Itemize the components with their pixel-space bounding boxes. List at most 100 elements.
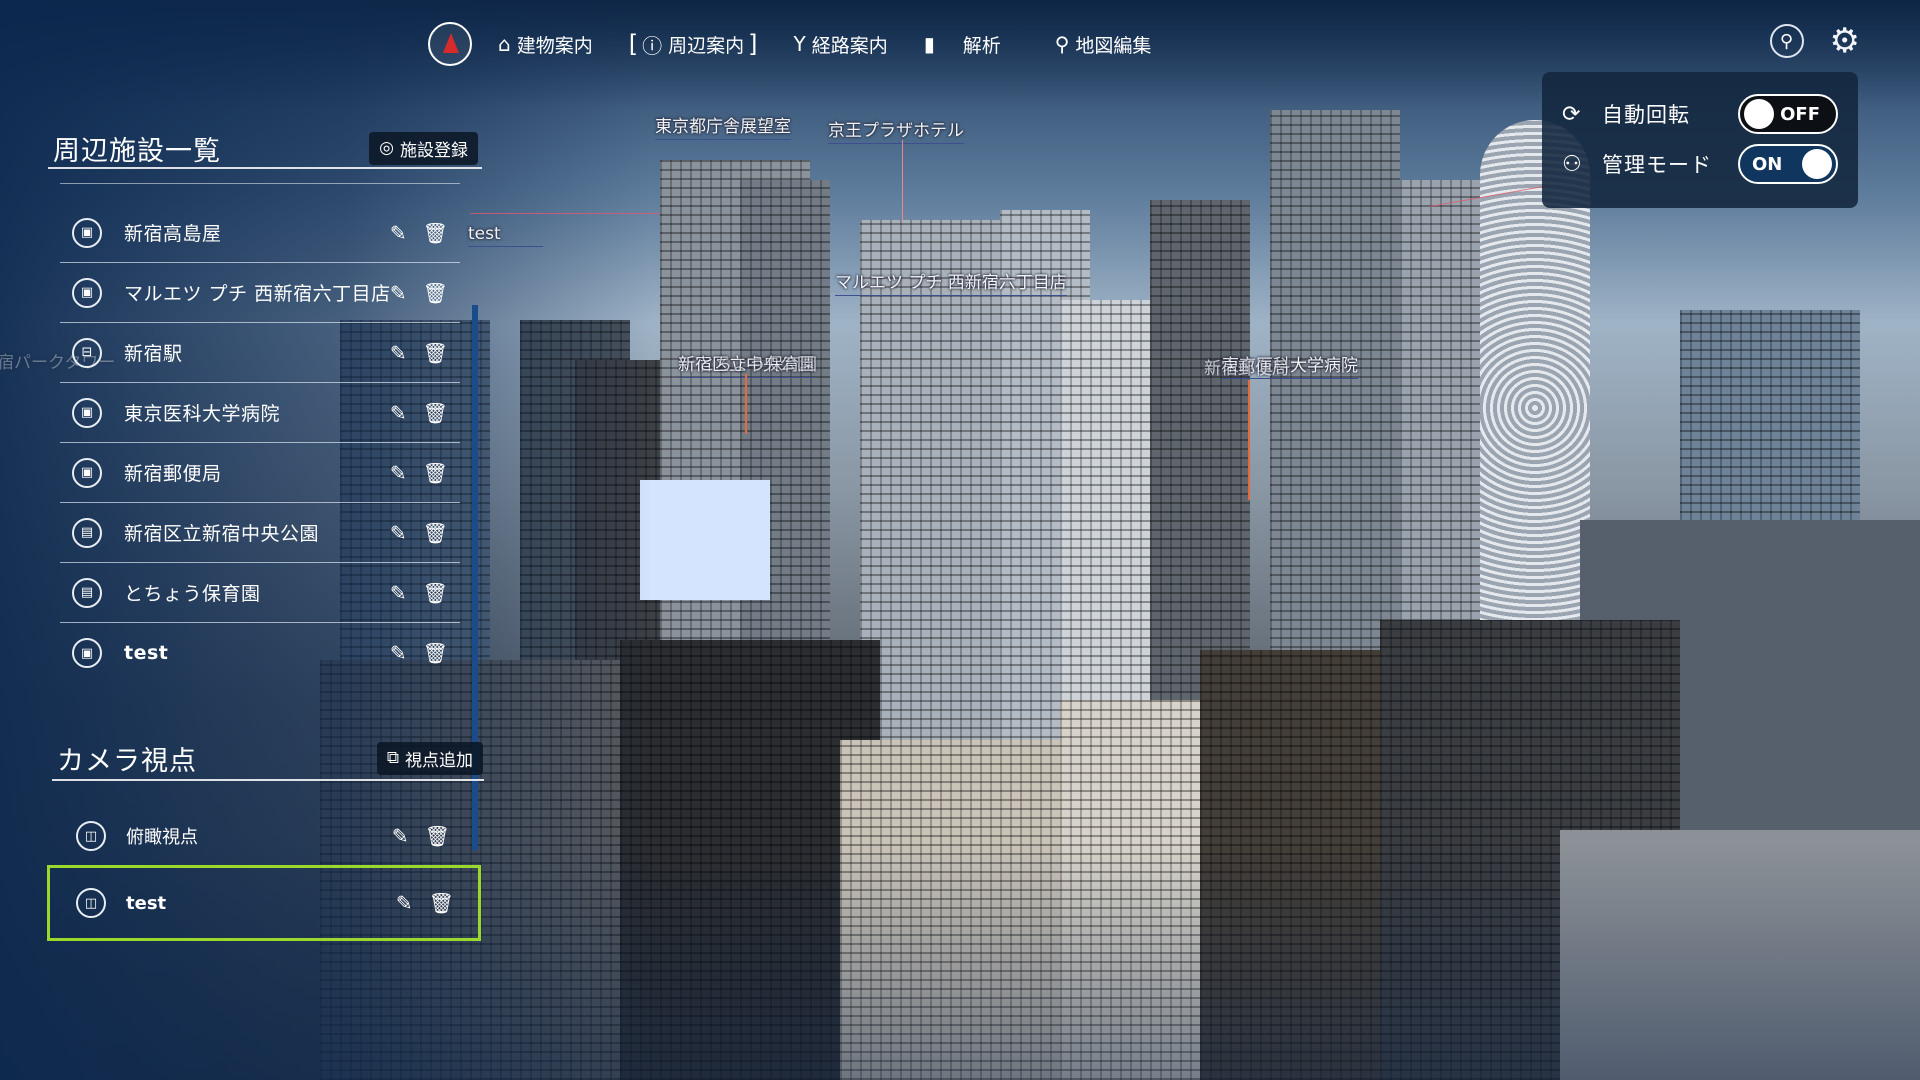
edit-icon[interactable]: ✎ [390,281,407,305]
camera-list[interactable]: ◫ 俯瞰視点 ✎ 🗑 ◫ test ✎ 🗑 [47,806,481,941]
facility-list[interactable]: ▣ 新宿高島屋 ✎ 🗑 ▣ マルエツ プチ 西新宿六丁目店 ✎ 🗑 ⊟ 新宿駅 ✎ 🗑… [60,203,460,683]
shopping-bag-icon: ▣ [72,457,102,488]
nav-analysis[interactable]: ▮ 解析 [924,31,1001,58]
admin-mode-label: 管理モード [1602,153,1712,177]
label-pin [745,374,747,434]
nav-label: 解析 [962,34,1001,57]
facility-name: 新宿区立新宿中央公園 [124,523,320,545]
nav-label: 周辺案内 [668,34,745,57]
building-icon: ▤ [72,517,102,548]
nav-label: 経路案内 [811,34,888,57]
facilities-divider [48,167,482,169]
list-item[interactable]: ⊟ 新宿駅 ✎ 🗑 [60,323,460,383]
facility-name: 新宿高島屋 [124,223,222,245]
info-icon: ⓘ [642,33,663,58]
nav-map-edit[interactable]: ⚲ 地図編集 [1055,31,1152,58]
list-item[interactable]: ▤ とちょう保育園 ✎ 🗑 [60,563,460,623]
route-icon: Y [793,32,806,56]
settings-toggles-panel: ⟳ 自動回転 OFF ⚇ 管理モード ON [1542,72,1858,208]
gear-icon[interactable]: ⚙ [1830,24,1860,58]
trash-icon[interactable]: 🗑 [423,521,448,545]
list-item[interactable]: ▣ 新宿郵便局 ✎ 🗑 [60,443,460,503]
edit-icon[interactable]: ✎ [390,581,407,605]
facilities-header: 周辺施設一覧 ◎ 施設登録 [53,128,478,168]
nav-label: 地図編集 [1075,34,1152,57]
nav-label: 建物案内 [516,34,593,57]
building-icon: ⌂ [498,32,511,56]
facility-name: 新宿駅 [124,343,183,365]
leader-line [470,213,660,214]
trash-icon[interactable]: 🗑 [423,341,448,365]
list-item[interactable]: ▤ 新宿区立新宿中央公園 ✎ 🗑 [60,503,460,563]
facilities-title: 周辺施設一覧 [53,135,221,167]
trash-icon[interactable]: 🗑 [425,824,450,848]
scene-label-keio[interactable]: 京王プラザホテル [828,116,964,144]
accessibility-icon[interactable]: ⚲ [1769,24,1804,58]
compass-icon[interactable] [428,22,472,66]
trash-icon[interactable]: 🗑 [423,461,448,485]
camera-divider [52,779,484,781]
scene-label-park-overlap[interactable]: とちょう保育園 [698,350,817,377]
shopping-bag-icon: ▣ [72,277,102,308]
trash-icon[interactable]: 🗑 [423,281,448,305]
add-viewpoint-button[interactable]: ⧉ 視点追加 [376,741,483,775]
scene-label-test[interactable]: test [468,224,543,247]
trash-icon[interactable]: 🗑 [423,221,448,245]
camera-group-icon: ⧉ [386,748,399,768]
label-pin [902,140,903,220]
edit-icon[interactable]: ✎ [390,461,407,485]
register-facility-label: 施設登録 [400,140,468,161]
list-item[interactable]: ▣ test ✎ 🗑 [60,623,460,683]
trash-icon[interactable]: 🗑 [423,641,448,665]
auto-rotate-label: 自動回転 [1602,103,1690,127]
shopping-bag-icon: ▣ [72,638,102,668]
edit-icon[interactable]: ✎ [390,641,407,665]
camera-icon: ◫ [76,888,106,918]
register-facility-button[interactable]: ◎ 施設登録 [369,131,478,165]
add-viewpoint-label: 視点追加 [405,750,473,771]
facility-name: マルエツ プチ 西新宿六丁目店 [124,283,391,305]
list-item[interactable]: ▣ 新宿高島屋 ✎ 🗑 [60,203,460,263]
toggle-state: OFF [1780,103,1820,125]
auto-rotate-toggle[interactable]: OFF [1738,94,1838,134]
train-icon: ⊟ [72,337,102,368]
camera-title: カメラ視点 [57,745,197,777]
trash-icon[interactable]: 🗑 [423,581,448,605]
label-pin [1248,380,1250,500]
edit-icon[interactable]: ✎ [390,221,407,245]
edit-icon[interactable]: ✎ [390,521,407,545]
list-top-edge [60,183,460,184]
edit-icon[interactable]: ✎ [390,341,407,365]
trash-icon[interactable]: 🗑 [429,891,454,915]
nav-route-guide[interactable]: Y 経路案内 [793,31,887,58]
scene-label-maruetsu[interactable]: マルエツ プチ 西新宿六丁目店 [835,268,1067,296]
camera-icon: ◫ [76,821,106,851]
rotate-camera-icon: ⟳ [1562,101,1581,127]
admin-mode-toggle[interactable]: ON [1738,144,1838,184]
shopping-bag-icon: ▣ [72,397,102,428]
facility-name: test [124,642,169,664]
nav-building-guide[interactable]: ⌂ 建物案内 [498,31,593,58]
analysis-icon: ▮ [923,32,935,56]
location-pin-icon: ◎ [379,138,394,158]
corner-icons: ⚲ ⚙ [1769,24,1860,58]
edit-icon[interactable]: ✎ [390,401,407,425]
viewpoint-name: test [126,892,167,914]
facility-name: 新宿郵便局 [124,463,222,485]
scene-label-post[interactable]: 新宿郵便局 [1204,354,1289,381]
auto-rotate-row: ⟳ 自動回転 OFF [1562,94,1838,134]
toggle-state: ON [1752,153,1783,175]
edit-icon[interactable]: ✎ [396,891,413,915]
nav-surroundings-guide[interactable]: ⓘ 周辺案内 [629,30,758,59]
facility-name: 東京医科大学病院 [124,403,281,425]
admin-mode-row: ⚇ 管理モード ON [1562,144,1838,184]
list-item[interactable]: ▣ 東京医科大学病院 ✎ 🗑 [60,383,460,443]
toggle-knob [1744,99,1774,129]
edit-icon[interactable]: ✎ [392,824,409,848]
list-item[interactable]: ▣ マルエツ プチ 西新宿六丁目店 ✎ 🗑 [60,263,460,323]
scene-label-tocho[interactable]: 東京都庁舎展望室 [655,112,791,140]
viewpoint-name: 俯瞰視点 [126,827,198,848]
list-item[interactable]: ◫ 俯瞰視点 ✎ 🗑 [64,806,474,866]
list-item-selected[interactable]: ◫ test ✎ 🗑 [47,865,481,941]
trash-icon[interactable]: 🗑 [423,401,448,425]
